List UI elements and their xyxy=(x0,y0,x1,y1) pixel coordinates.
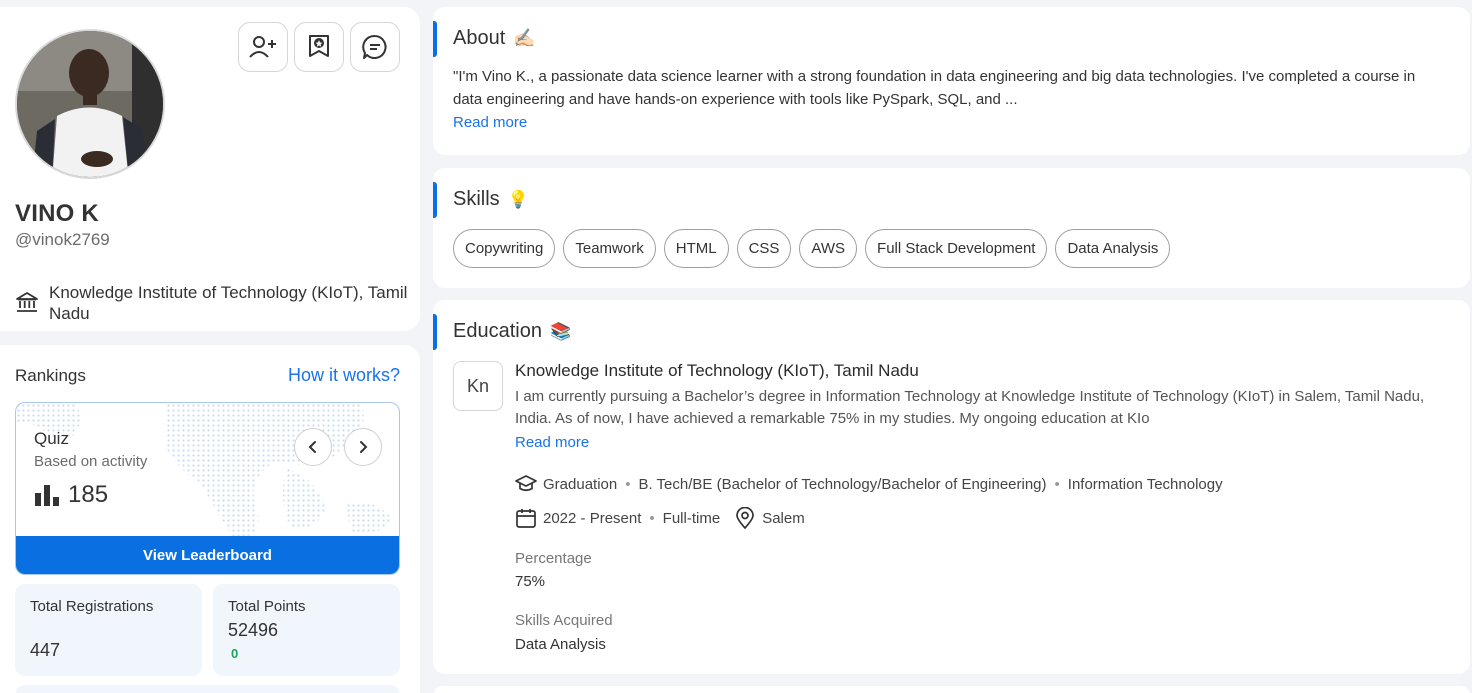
quiz-subtitle: Based on activity xyxy=(34,453,148,470)
education-level: Graduation xyxy=(543,475,618,493)
quiz-rank-value: 185 xyxy=(68,481,109,508)
location-pin-icon xyxy=(736,507,755,529)
rankings-title: Rankings xyxy=(15,366,86,385)
institution-logo: Kn xyxy=(453,361,503,411)
education-degree: B. Tech/BE (Bachelor of Technology/Bache… xyxy=(638,475,1047,493)
stat-delta: 0 xyxy=(231,646,239,661)
avatar[interactable] xyxy=(15,29,165,179)
books-icon: 📚 xyxy=(549,321,572,341)
duration-row: 2022 - Present • Full-time Salem xyxy=(515,507,805,529)
quiz-ranking-box: Quiz Based on activity 185 View Leaderbo… xyxy=(15,402,400,575)
separator: • xyxy=(649,509,655,527)
education-description: I am currently pursuing a Bachelor’s deg… xyxy=(515,388,1425,427)
graduation-cap-icon xyxy=(515,475,537,492)
skills-title: Skills 💡 xyxy=(453,188,529,211)
bar-chart-icon xyxy=(35,485,59,506)
section-accent xyxy=(433,314,437,350)
about-title-text: About xyxy=(453,27,506,49)
profile-card: VINO K @vinok2769 Knowledge Institute of… xyxy=(0,7,420,331)
stat-label: Total Registrations xyxy=(30,598,154,615)
education-type: Full-time xyxy=(662,509,721,527)
degree-row: Graduation • B. Tech/BE (Bachelor of Tec… xyxy=(515,475,1223,493)
next-section-edge xyxy=(433,686,1470,693)
education-institution: Knowledge Institute of Technology (KIoT)… xyxy=(515,361,919,380)
next-button[interactable] xyxy=(344,428,382,466)
badges-button[interactable] xyxy=(294,22,344,72)
institution-row: Knowledge Institute of Technology (KIoT)… xyxy=(15,282,409,324)
writing-hand-icon: ✍🏻 xyxy=(513,28,536,48)
education-title: Education 📚 xyxy=(453,320,571,343)
separator: • xyxy=(1054,475,1060,493)
stat-value: 52496 xyxy=(228,620,279,640)
quiz-title: Quiz xyxy=(34,429,69,448)
view-leaderboard-button[interactable]: View Leaderboard xyxy=(16,536,399,574)
skill-chip[interactable]: HTML xyxy=(663,229,729,268)
skills-title-text: Skills xyxy=(453,188,500,210)
section-accent xyxy=(433,21,437,57)
skills-acquired-value: Data Analysis xyxy=(515,636,606,653)
section-accent xyxy=(433,182,437,218)
skill-chip[interactable]: Full Stack Development xyxy=(865,229,1048,268)
education-branch: Information Technology xyxy=(1067,475,1223,493)
skills-acquired-label: Skills Acquired xyxy=(515,612,613,629)
total-points-box: Total Points 52496 0 xyxy=(213,584,400,676)
stat-label: Total Points xyxy=(228,598,306,615)
lightbulb-icon: 💡 xyxy=(507,189,529,209)
about-text: "I'm Vino K., a passionate data science … xyxy=(453,65,1433,134)
calendar-icon xyxy=(516,509,536,528)
chevron-left-icon xyxy=(308,441,316,453)
previous-button[interactable] xyxy=(294,428,332,466)
world-map-graphic xyxy=(16,403,391,541)
skill-chip[interactable]: CSS xyxy=(736,229,792,268)
skills-section: Skills 💡 Copywriting Teamwork HTML CSS A… xyxy=(433,168,1470,288)
about-body: "I'm Vino K., a passionate data science … xyxy=(453,68,1416,108)
award-icon xyxy=(309,35,329,57)
chevron-right-icon xyxy=(360,441,368,453)
profile-name: VINO K xyxy=(15,200,99,227)
how-it-works-link[interactable]: How it works? xyxy=(288,365,400,386)
add-user-icon xyxy=(249,36,276,58)
avatar-photo xyxy=(17,31,163,177)
skill-chip[interactable]: Data Analysis xyxy=(1055,229,1171,268)
quiz-rank-row: 185 xyxy=(34,481,108,509)
profile-handle: @vinok2769 xyxy=(15,230,110,249)
education-location: Salem xyxy=(762,509,805,527)
percentage-value: 75% xyxy=(515,573,546,590)
about-read-more-link[interactable]: Read more xyxy=(453,114,527,131)
education-read-more-link[interactable]: Read more xyxy=(515,434,589,451)
total-registrations-box: Total Registrations 447 xyxy=(15,584,202,676)
rankings-card: Rankings How it works? Quiz Based on act… xyxy=(0,345,420,693)
skill-chips: Copywriting Teamwork HTML CSS AWS Full S… xyxy=(453,229,1171,268)
stat-value: 447 xyxy=(30,640,61,660)
skill-chip[interactable]: AWS xyxy=(799,229,858,268)
follow-button[interactable] xyxy=(238,22,288,72)
chat-icon xyxy=(362,34,387,59)
percentage-label: Percentage xyxy=(515,550,592,567)
skill-chip[interactable]: Teamwork xyxy=(563,229,656,268)
education-title-text: Education xyxy=(453,320,542,342)
about-section: About ✍🏻 "I'm Vino K., a passionate data… xyxy=(433,7,1470,155)
education-section: Education 📚 Kn Knowledge Institute of Te… xyxy=(433,300,1470,674)
skill-chip[interactable]: Copywriting xyxy=(453,229,556,268)
next-card-edge xyxy=(15,685,400,693)
about-title: About ✍🏻 xyxy=(453,27,536,50)
institution-name: Knowledge Institute of Technology (KIoT)… xyxy=(49,283,408,323)
institution-icon xyxy=(16,292,38,312)
separator: • xyxy=(625,475,631,493)
message-button[interactable] xyxy=(350,22,400,72)
education-duration: 2022 - Present xyxy=(543,509,642,527)
